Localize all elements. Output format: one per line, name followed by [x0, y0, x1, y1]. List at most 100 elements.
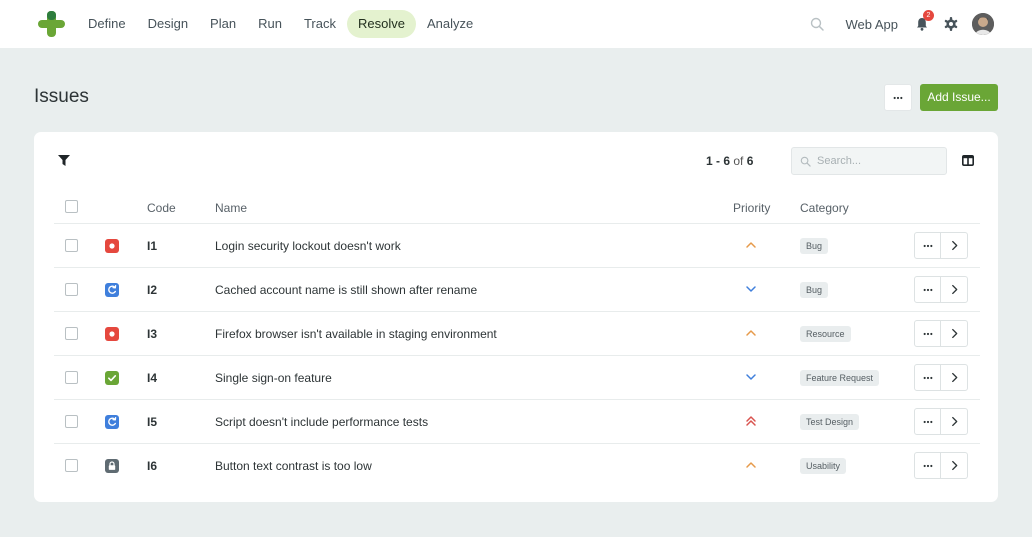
search-field[interactable] — [791, 147, 947, 175]
top-bar: Define Design Plan Run Track Resolve Ana… — [0, 0, 1032, 48]
category-badge: Bug — [800, 282, 829, 298]
page-more-button[interactable] — [884, 84, 912, 111]
chevron-right-icon — [951, 328, 957, 339]
row-open-button[interactable] — [941, 453, 967, 478]
issue-code[interactable]: I1 — [147, 239, 157, 253]
issue-name[interactable]: Script doesn't include performance tests — [215, 415, 428, 429]
priority-high-icon — [746, 462, 756, 468]
row-actions — [914, 232, 968, 259]
issue-code[interactable]: I2 — [147, 283, 157, 297]
category-badge: Feature Request — [800, 370, 880, 386]
search-input[interactable] — [817, 155, 937, 167]
issue-name[interactable]: Single sign-on feature — [215, 371, 332, 385]
row-open-button[interactable] — [941, 233, 967, 258]
top-right-tools: Web App 2 — [809, 10, 994, 37]
header-category[interactable]: Category — [800, 201, 849, 215]
total-count: 6 — [746, 154, 754, 168]
table-row[interactable]: I4 Single sign-on feature Feature Reques… — [54, 356, 980, 400]
row-more-button[interactable] — [915, 453, 941, 478]
row-more-button[interactable] — [915, 365, 941, 390]
issue-code[interactable]: I5 — [147, 415, 157, 429]
status-in-progress-icon — [105, 415, 119, 429]
row-open-button[interactable] — [941, 365, 967, 390]
row-more-button[interactable] — [915, 409, 941, 434]
notifications-button[interactable]: 2 — [914, 10, 934, 32]
issue-name[interactable]: Login security lockout doesn't work — [215, 239, 401, 253]
columns-icon[interactable] — [962, 155, 974, 166]
category-badge: Test Design — [800, 414, 860, 430]
status-resolved-icon — [105, 371, 119, 385]
issues-table: Code Name Priority Category I1 Login sec… — [54, 188, 980, 488]
row-checkbox[interactable] — [65, 283, 78, 296]
nav-design[interactable]: Design — [137, 10, 199, 38]
issue-name[interactable]: Button text contrast is too low — [215, 459, 372, 473]
nav-run[interactable]: Run — [247, 10, 293, 38]
nav-define[interactable]: Define — [77, 10, 137, 38]
search-icon[interactable] — [809, 16, 825, 32]
table-header: Code Name Priority Category — [54, 188, 980, 224]
row-checkbox[interactable] — [65, 459, 78, 472]
user-portrait-icon — [972, 13, 994, 35]
more-horizontal-icon — [923, 464, 932, 467]
issue-code[interactable]: I3 — [147, 327, 157, 341]
issue-name[interactable]: Firefox browser isn't available in stagi… — [215, 327, 497, 341]
table-row[interactable]: I5 Script doesn't include performance te… — [54, 400, 980, 444]
issue-code[interactable]: I6 — [147, 459, 157, 473]
row-open-button[interactable] — [941, 409, 967, 434]
chevron-right-icon — [951, 372, 957, 383]
row-checkbox[interactable] — [65, 415, 78, 428]
priority-high-icon — [746, 330, 756, 336]
priority-low-icon — [746, 374, 756, 380]
issues-card: 1 - 6 of 6 Code Name Priority Category I… — [34, 132, 998, 502]
category-badge: Usability — [800, 458, 847, 474]
row-actions — [914, 408, 968, 435]
row-actions — [914, 364, 968, 391]
row-open-button[interactable] — [941, 277, 967, 302]
user-avatar[interactable] — [972, 13, 994, 35]
category-badge: Bug — [800, 238, 829, 254]
more-horizontal-icon — [893, 96, 903, 99]
header-code[interactable]: Code — [147, 201, 176, 215]
table-row[interactable]: I3 Firefox browser isn't available in st… — [54, 312, 980, 356]
row-checkbox[interactable] — [65, 327, 78, 340]
priority-low-icon — [746, 286, 756, 292]
table-row[interactable]: I1 Login security lockout doesn't work B… — [54, 224, 980, 268]
chevron-right-icon — [951, 240, 957, 251]
notification-count-badge: 2 — [923, 10, 934, 21]
more-horizontal-icon — [923, 376, 932, 379]
more-horizontal-icon — [923, 420, 932, 423]
chevron-right-icon — [951, 460, 957, 471]
header-priority[interactable]: Priority — [733, 201, 770, 215]
row-open-button[interactable] — [941, 321, 967, 346]
row-actions — [914, 276, 968, 303]
project-selector[interactable]: Web App — [845, 17, 898, 32]
page-title: Issues — [34, 86, 89, 107]
row-checkbox[interactable] — [65, 239, 78, 252]
add-issue-button[interactable]: Add Issue... — [920, 84, 998, 111]
row-more-button[interactable] — [915, 277, 941, 302]
nav-track[interactable]: Track — [293, 10, 347, 38]
row-actions — [914, 320, 968, 347]
filter-icon[interactable] — [58, 155, 70, 166]
table-row[interactable]: I6 Button text contrast is too low Usabi… — [54, 444, 980, 488]
page-of-label: of — [733, 154, 744, 168]
nav-plan[interactable]: Plan — [199, 10, 247, 38]
app-logo[interactable] — [38, 11, 65, 37]
issue-code[interactable]: I4 — [147, 371, 157, 385]
header-name[interactable]: Name — [215, 201, 247, 215]
table-row[interactable]: I2 Cached account name is still shown af… — [54, 268, 980, 312]
issue-name[interactable]: Cached account name is still shown after… — [215, 283, 477, 297]
row-actions — [914, 452, 968, 479]
main-nav: Define Design Plan Run Track Resolve Ana… — [77, 10, 484, 38]
row-more-button[interactable] — [915, 233, 941, 258]
gear-icon[interactable] — [943, 16, 959, 32]
row-more-button[interactable] — [915, 321, 941, 346]
nav-resolve[interactable]: Resolve — [346, 10, 416, 38]
select-all-checkbox[interactable] — [65, 200, 78, 213]
status-open-icon — [105, 327, 119, 341]
page-range: 1 - 6 — [706, 154, 731, 168]
row-checkbox[interactable] — [65, 371, 78, 384]
nav-analyze[interactable]: Analyze — [416, 10, 484, 38]
more-horizontal-icon — [923, 288, 932, 291]
status-in-progress-icon — [105, 283, 119, 297]
